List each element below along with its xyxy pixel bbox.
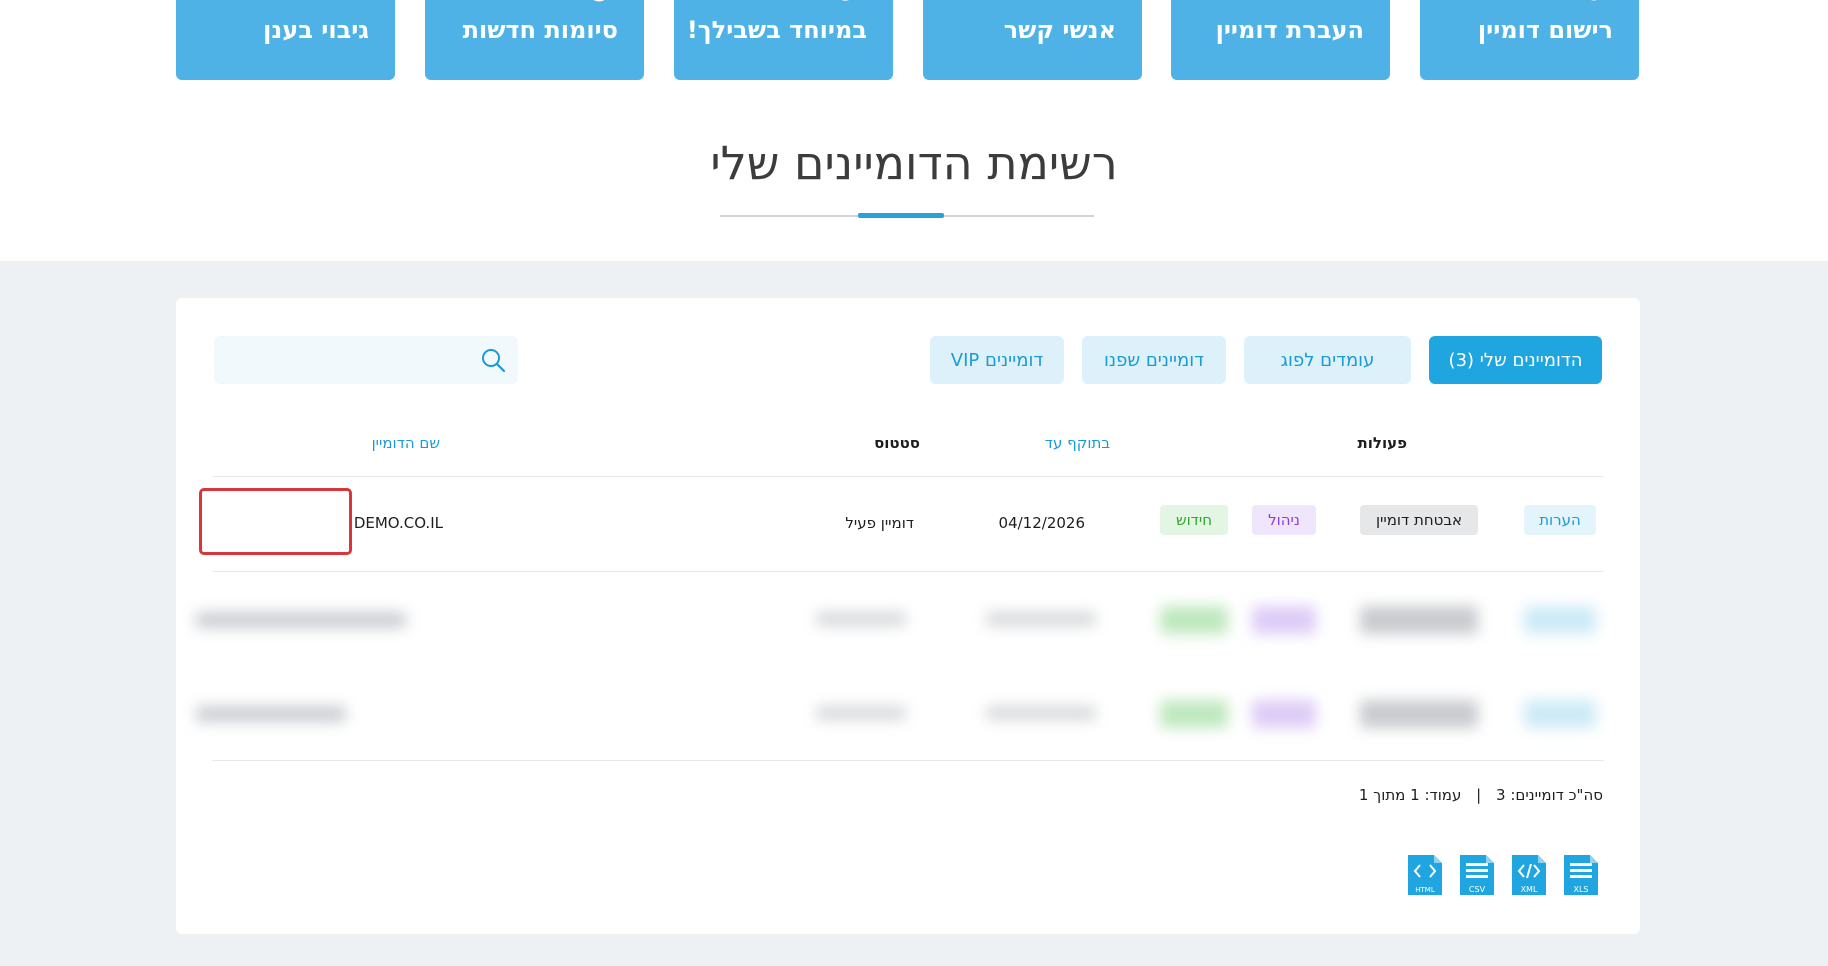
- manage-button[interactable]: ניהול: [1252, 505, 1316, 535]
- blurred-renew: [1160, 606, 1228, 634]
- blurred-renew: [1160, 700, 1228, 728]
- csv-export-icon[interactable]: CSV: [1458, 853, 1496, 897]
- xml-label: XML: [1521, 885, 1538, 894]
- total-domains: סה"כ דומיינים: 3: [1496, 786, 1603, 804]
- search-input[interactable]: [214, 336, 474, 384]
- cloud-backup-icon: [277, 0, 307, 6]
- blurred-domain: [196, 612, 406, 628]
- search-icon[interactable]: [480, 347, 506, 373]
- blurred-security: [1360, 606, 1478, 634]
- xml-export-icon[interactable]: XML: [1510, 853, 1548, 897]
- tile-domain-transfer[interactable]: העברת דומיין: [1171, 0, 1390, 80]
- blurred-table-row: [196, 580, 1606, 660]
- tab-contacted-domains[interactable]: דומיינים שפנו: [1082, 336, 1226, 384]
- blurred-manage: [1252, 606, 1316, 634]
- tile-new-extensions[interactable]: סיומות חדשות: [425, 0, 644, 80]
- page-title: רשימת הדומיינים שלי: [710, 136, 1118, 190]
- column-header-status: סטטוס: [874, 434, 920, 452]
- blurred-date: [986, 612, 1096, 626]
- blurred-notes: [1524, 606, 1596, 634]
- tile-contacts[interactable]: אנשי קשר: [923, 0, 1142, 80]
- pagination-summary: סה"כ דומיינים: 3 | עמוד: 1 מתוך 1: [1359, 786, 1603, 804]
- column-header-domain-name[interactable]: שם הדומיין: [372, 434, 440, 452]
- top-tiles-bar: רישום דומיין העברת דומיין אנשי קשר במיוח…: [0, 0, 1828, 80]
- blurred-notes: [1524, 700, 1596, 728]
- tile-cloud-backup[interactable]: גיבוי בענן: [176, 0, 395, 80]
- domain-security-button[interactable]: אבטחת דומיין: [1360, 505, 1478, 535]
- globe-icon: [593, 0, 605, 2]
- domain-highlight-frame: [199, 488, 352, 555]
- status-cell: דומיין פעיל: [845, 514, 914, 532]
- notes-button[interactable]: הערות: [1524, 505, 1596, 535]
- tile-label: גיבוי בענן: [263, 16, 369, 44]
- table-bottom-divider: [212, 760, 1604, 761]
- blurred-status: [816, 706, 906, 720]
- search-box: [214, 336, 518, 384]
- xls-export-icon[interactable]: XLS: [1562, 853, 1600, 897]
- domain-name[interactable]: DEMO.CO.IL: [354, 514, 443, 532]
- tile-label: אנשי קשר: [1003, 16, 1116, 44]
- title-accent-bar: [858, 213, 944, 218]
- tile-label: במיוחד בשבילך!: [686, 16, 867, 44]
- gift-icon: [841, 0, 850, 1]
- transfer-icon: [1316, 0, 1366, 6]
- blurred-table-row: [196, 674, 1606, 754]
- blurred-domain: [196, 706, 346, 722]
- blurred-security: [1360, 700, 1478, 728]
- renew-button[interactable]: חידוש: [1160, 505, 1228, 535]
- blurred-date: [986, 706, 1096, 720]
- page-indicator: עמוד: 1 מתוך 1: [1358, 786, 1462, 804]
- column-header-actions: פעולות: [1357, 434, 1407, 452]
- html-export-icon[interactable]: HTML: [1406, 853, 1444, 897]
- table-row: DEMO.CO.IL דומיין פעיל 04/12/2026 חידוש …: [206, 483, 1606, 563]
- export-toolbar: XLS XML CSV HTML: [1406, 853, 1600, 897]
- tile-special-offer[interactable]: במיוחד בשבילך!: [674, 0, 893, 80]
- blurred-status: [816, 612, 906, 626]
- tab-my-domains[interactable]: הדומיינים שלי (3): [1429, 336, 1602, 384]
- tab-vip-label: דומיינים VIP: [950, 349, 1044, 371]
- tile-label: רישום דומיין: [1477, 16, 1613, 44]
- tab-vip-domains[interactable]: דומיינים VIP: [930, 336, 1064, 384]
- header-divider: [212, 476, 1604, 477]
- blurred-manage: [1252, 700, 1316, 728]
- xls-label: XLS: [1573, 885, 1588, 894]
- tile-label: סיומות חדשות: [462, 16, 618, 44]
- domains-card: הדומיינים שלי (3) עומדים לפוג דומיינים ש…: [176, 298, 1640, 934]
- register-icon: [1591, 0, 1597, 1]
- valid-until-cell: 04/12/2026: [998, 514, 1085, 532]
- column-header-valid-until[interactable]: בתוקף עד: [1045, 434, 1110, 452]
- domain-name-cell[interactable]: DEMO.CO.IL: [354, 483, 443, 563]
- csv-label: CSV: [1469, 885, 1486, 894]
- separator: |: [1476, 786, 1482, 804]
- tile-domain-registration[interactable]: רישום דומיין: [1420, 0, 1639, 80]
- row-divider: [212, 571, 1604, 572]
- tab-expiring[interactable]: עומדים לפוג: [1244, 336, 1411, 384]
- html-label: HTML: [1415, 886, 1435, 894]
- tile-label: העברת דומיין: [1215, 16, 1364, 44]
